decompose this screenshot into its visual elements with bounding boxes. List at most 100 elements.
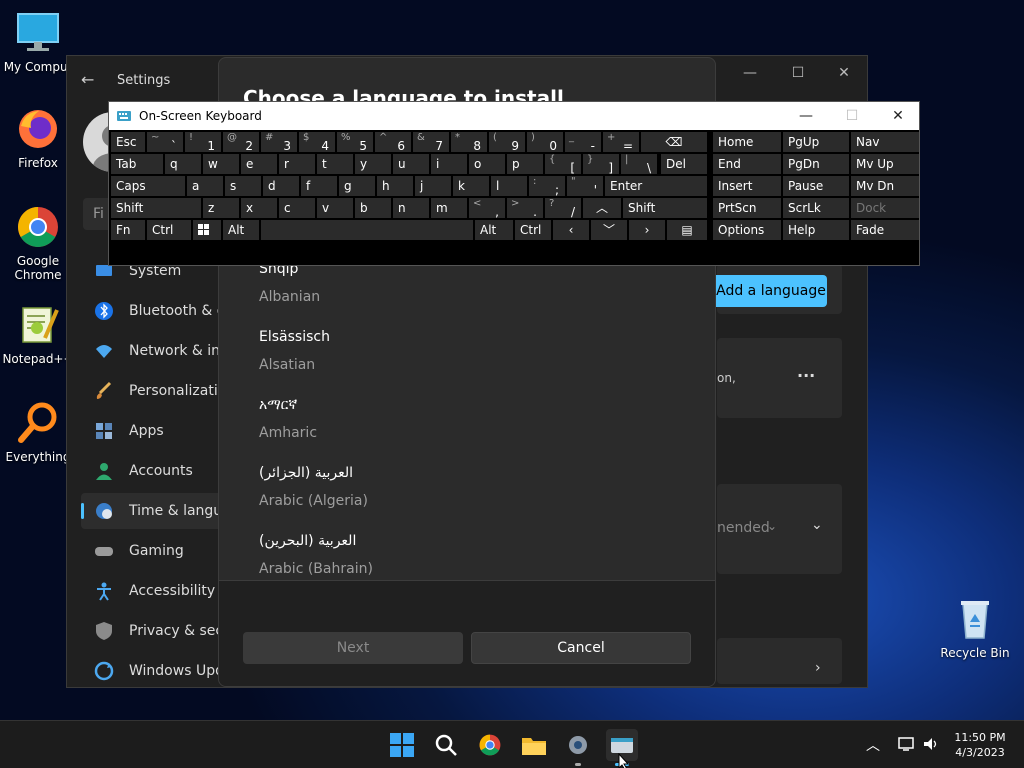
key-symbol[interactable]: <, [469,198,505,218]
key-letter[interactable]: f [301,176,337,196]
key-letter[interactable]: d [263,176,299,196]
key-letter[interactable]: j [415,176,451,196]
key-nav[interactable]: Fade [851,220,919,240]
key-letter[interactable]: b [355,198,391,218]
key-symbol[interactable]: }] [583,154,619,174]
key-digit[interactable]: & 7 [413,132,449,152]
language-option[interactable]: Shqip Albanian [259,261,320,305]
key-symbol[interactable]: {[ [545,154,581,174]
desktop-icon-google-chrome[interactable]: Google Chrome [0,204,76,282]
osk-maximize-button[interactable]: ☐ [829,102,875,130]
key-digit[interactable]: ) 0 [527,132,563,152]
key-space[interactable] [261,220,473,240]
key-letter[interactable]: p [507,154,543,174]
key-nav[interactable]: End [713,154,781,174]
desktop-icon-recycle-bin[interactable]: Recycle Bin [937,596,1013,660]
desktop-icon-notepadpp[interactable]: Notepad++ [0,302,76,366]
chevron-right-icon[interactable]: › [815,660,821,676]
minimize-button[interactable]: — [727,56,773,90]
key-letter[interactable]: i [431,154,467,174]
key-letter[interactable]: y [355,154,391,174]
key-symbol[interactable]: :; [529,176,565,196]
key-letter[interactable]: t [317,154,353,174]
language-option[interactable]: አማርኛ Amharic [259,397,317,441]
key-letter[interactable]: l [491,176,527,196]
key-letter[interactable]: e [241,154,277,174]
key-nav[interactable]: Pause [783,176,849,196]
key-backspace[interactable]: ⌫ [641,132,707,152]
key-letter[interactable]: h [377,176,413,196]
volume-icon[interactable] [922,736,940,756]
key-nav[interactable]: Mv Up [851,154,919,174]
key-nav[interactable]: Home [713,132,781,152]
key-letter[interactable]: s [225,176,261,196]
key-tab[interactable]: Tab [111,154,163,174]
key-context-menu[interactable]: ▤ [667,220,707,240]
file-explorer-button[interactable] [518,729,550,761]
key-digit[interactable]: * 8 [451,132,487,152]
key-left-arrow[interactable]: ‹ [553,220,589,240]
key-enter[interactable]: Enter [605,176,707,196]
key-right-arrow[interactable]: › [629,220,665,240]
back-icon[interactable]: ← [81,70,101,90]
chrome-taskbar-button[interactable] [474,729,506,761]
next-button[interactable]: Next [243,632,463,664]
more-options-icon[interactable]: ··· [797,366,815,385]
add-language-button[interactable]: Add a language [705,275,827,307]
key-digit[interactable]: #3 [261,132,297,152]
search-button[interactable] [430,729,462,761]
key-nav[interactable]: ScrLk [783,198,849,218]
key-nav[interactable]: Dock [851,198,919,218]
desktop-icon-my-computer[interactable]: My Comput [0,10,76,74]
key-digit[interactable]: ! 1 [185,132,221,152]
key-letter[interactable]: z [203,198,239,218]
key-symbol[interactable]: " ' [567,176,603,196]
desktop-icon-everything[interactable]: Everything [0,400,76,464]
key-ctrl-left[interactable]: Ctrl [147,220,191,240]
key-letter[interactable]: n [393,198,429,218]
key-shift-right[interactable]: Shift [623,198,707,218]
settings-taskbar-button[interactable] [562,729,594,766]
osk-close-button[interactable]: ✕ [875,102,921,130]
osk-minimize-button[interactable]: — [783,102,829,130]
key-symbol[interactable]: >. [507,198,543,218]
key-digit[interactable]: ~ ` [147,132,183,152]
dropdown-chevron-icon[interactable]: ⌄ [767,519,777,533]
key-windows[interactable] [193,220,221,240]
desktop-icon-firefox[interactable]: Firefox [0,106,76,170]
key-digit[interactable]: ^ 6 [375,132,411,152]
key-esc[interactable]: Esc [111,132,145,152]
key-nav[interactable]: Nav [851,132,919,152]
language-option[interactable]: العربية (البحرين) Arabic (Bahrain) [259,533,373,577]
key-alt-right[interactable]: Alt [475,220,513,240]
key-up-arrow[interactable]: ︿ [583,198,621,218]
key-nav[interactable]: Options [713,220,781,240]
key-digit[interactable]: (9 [489,132,525,152]
key-alt-left[interactable]: Alt [223,220,259,240]
cancel-button[interactable]: Cancel [471,632,691,664]
key-digit[interactable]: _ - [565,132,601,152]
clock[interactable]: 11:50 PM 4/3/2023 [950,730,1010,760]
key-letter[interactable]: v [317,198,353,218]
key-fn[interactable]: Fn [111,220,145,240]
key-letter[interactable]: o [469,154,505,174]
key-digit[interactable]: + = [603,132,639,152]
key-nav[interactable]: PrtScn [713,198,781,218]
language-option[interactable]: Elsässisch Alsatian [259,329,330,373]
key-digit[interactable]: % 5 [337,132,373,152]
key-ctrl-right[interactable]: Ctrl [515,220,551,240]
key-digit[interactable]: $4 [299,132,335,152]
key-nav[interactable]: Insert [713,176,781,196]
key-letter[interactable]: a [187,176,223,196]
key-letter[interactable]: m [431,198,467,218]
key-letter[interactable]: x [241,198,277,218]
key-nav[interactable]: Help [783,220,849,240]
key-symbol[interactable]: ? / [545,198,581,218]
key-digit[interactable]: @2 [223,132,259,152]
key-del[interactable]: Del [661,154,707,174]
maximize-button[interactable]: ☐ [775,56,821,90]
key-down-arrow[interactable]: ﹀ [591,220,627,240]
language-option[interactable]: العربية (الجزائر) Arabic (Algeria) [259,465,368,509]
key-caps[interactable]: Caps [111,176,185,196]
expand-chevron-icon[interactable]: ⌄ [811,517,823,533]
